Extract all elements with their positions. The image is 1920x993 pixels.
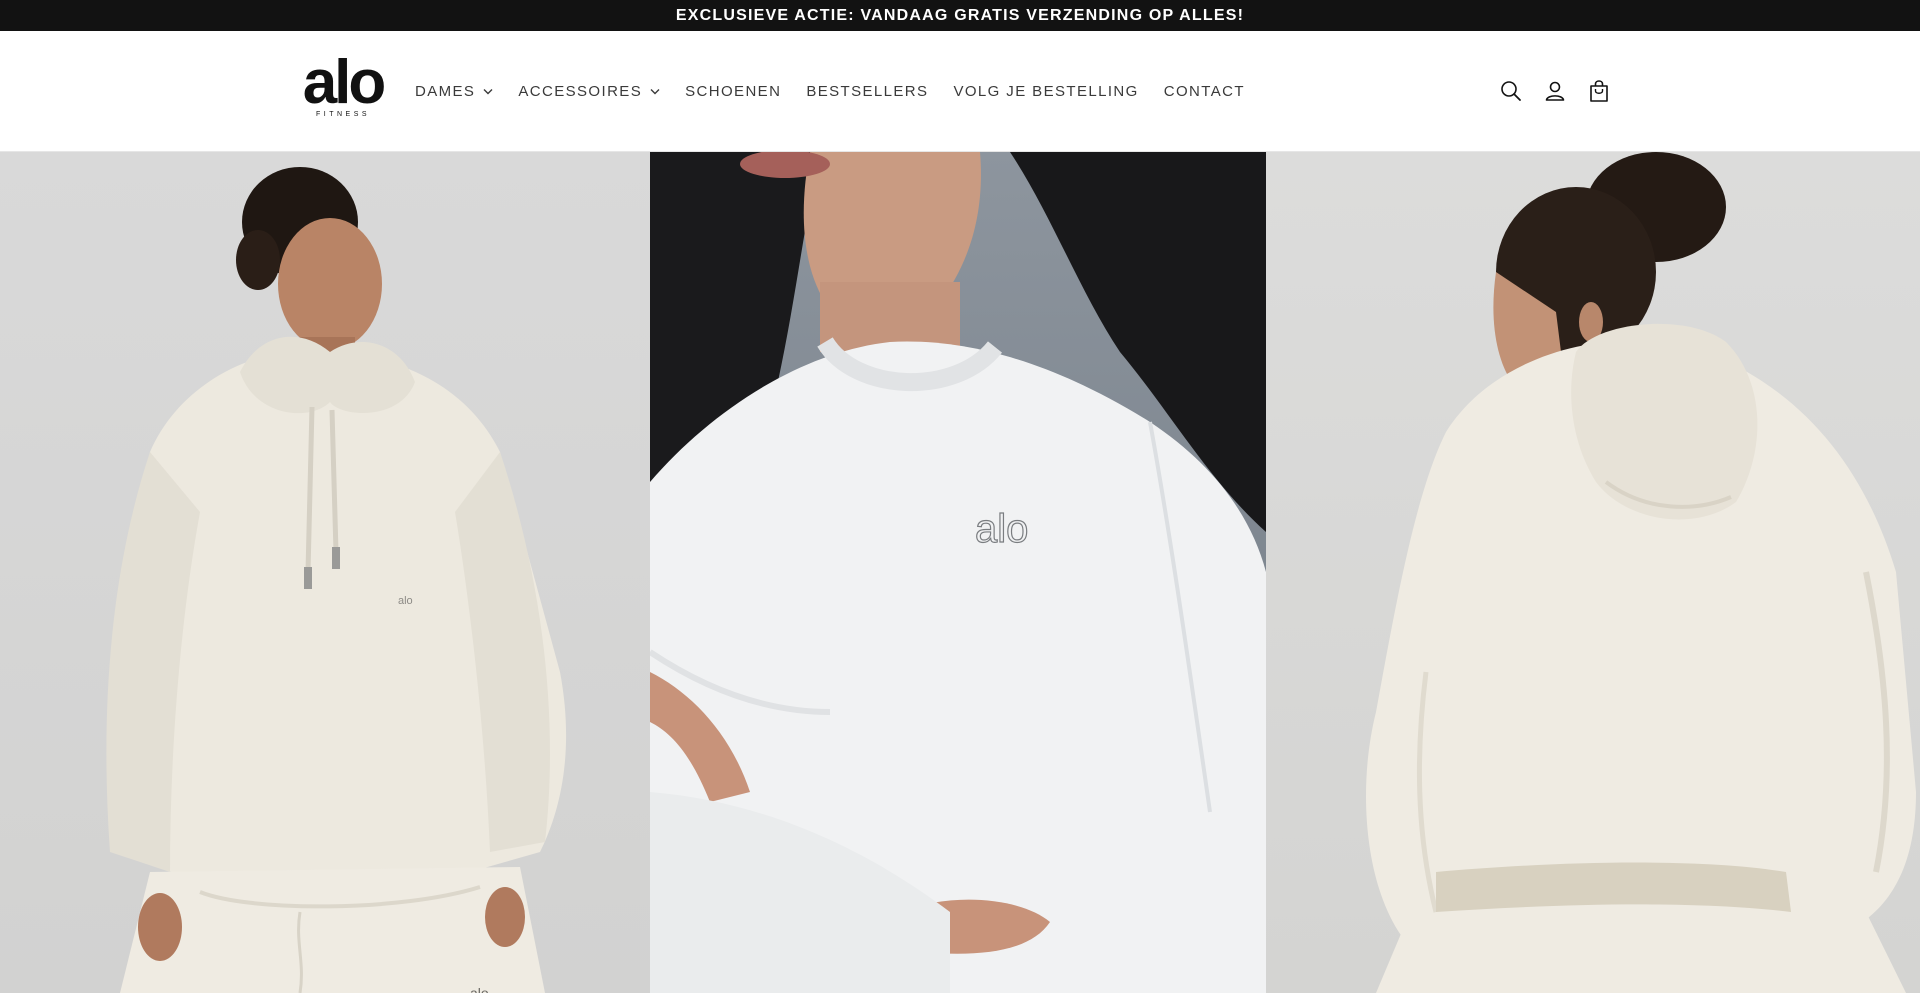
main-nav: DAMES ACCESSOIRES SCHOENEN BESTSELLERS V… (415, 31, 1270, 151)
model-closeup-illustration: alo (650, 152, 1266, 993)
nav-label: VOLG JE BESTELLING (953, 82, 1139, 100)
header-icons (1497, 77, 1613, 105)
cart-button[interactable] (1585, 77, 1613, 105)
search-button[interactable] (1497, 77, 1525, 105)
model-back-illustration (1366, 152, 1916, 993)
chevron-down-icon (483, 88, 493, 94)
account-icon (1545, 81, 1565, 101)
nav-item-bestsellers[interactable]: BESTSELLERS (806, 83, 928, 100)
nav-label: SCHOENEN (685, 82, 782, 100)
site-header: alo FITNESS DAMES ACCESSOIRES SCHOENEN B… (0, 31, 1920, 152)
garment-logo-pants: alo (470, 985, 489, 993)
cart-icon (1590, 80, 1608, 102)
nav-label: CONTACT (1163, 82, 1245, 100)
nav-label: BESTSELLERS (806, 82, 929, 100)
account-button[interactable] (1541, 77, 1569, 105)
nav-label: ACCESSOIRES (518, 82, 643, 100)
hero-image-model-back[interactable] (1266, 152, 1920, 993)
nav-item-schoenen[interactable]: SCHOENEN (685, 83, 781, 100)
hero-image-model-front[interactable]: alo alo (0, 152, 650, 993)
nav-label: DAMES (415, 82, 476, 100)
model-front-illustration: alo alo (106, 167, 567, 993)
logo-subtitle: FITNESS (315, 111, 371, 118)
hero-banner: alo alo alo (0, 152, 1920, 993)
nav-item-dames[interactable]: DAMES (415, 83, 493, 100)
garment-logo-chest: alo (975, 507, 1028, 551)
nav-item-contact[interactable]: CONTACT (1164, 83, 1245, 100)
garment-logo-chest: alo (398, 595, 413, 607)
nav-item-accessoires[interactable]: ACCESSOIRES (518, 83, 660, 100)
site-logo[interactable]: alo FITNESS (300, 48, 387, 126)
announcement-text: EXCLUSIEVE ACTIE: VANDAAG GRATIS VERZEND… (675, 6, 1245, 24)
search-icon (1501, 81, 1521, 101)
hero-image-model-closeup[interactable]: alo (650, 152, 1266, 993)
logo-wordmark: alo (302, 48, 387, 117)
nav-item-volg-je-bestelling[interactable]: VOLG JE BESTELLING (953, 83, 1138, 100)
announcement-bar: EXCLUSIEVE ACTIE: VANDAAG GRATIS VERZEND… (0, 0, 1920, 31)
chevron-down-icon (650, 88, 660, 94)
